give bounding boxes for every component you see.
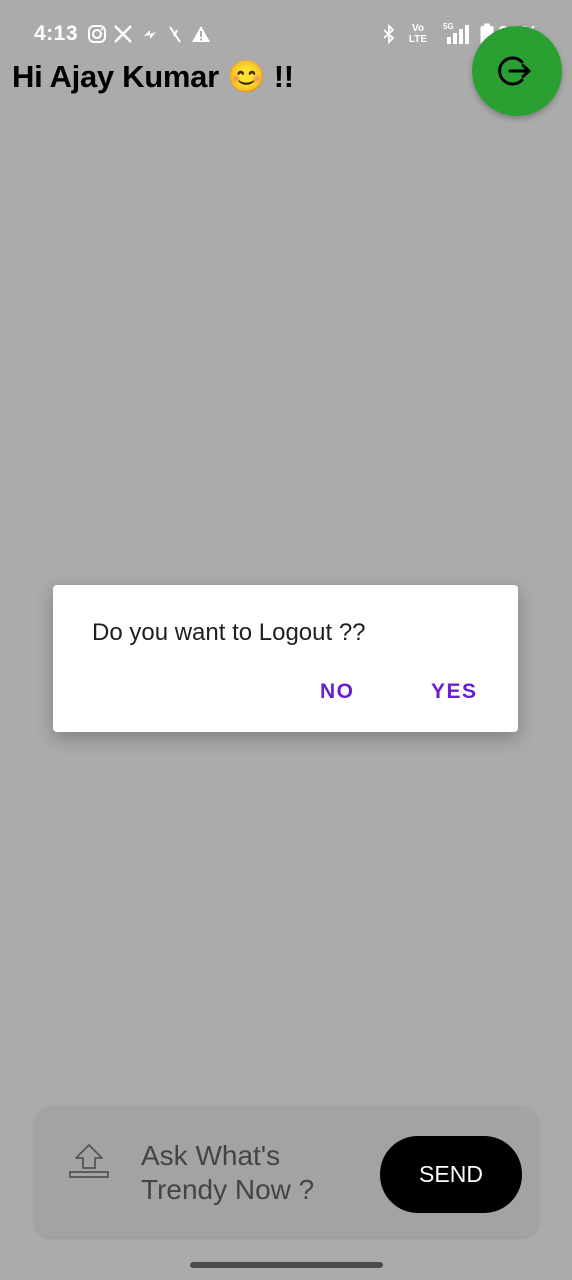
send-button[interactable]: SEND <box>380 1136 522 1213</box>
yes-button[interactable]: YES <box>431 680 478 704</box>
upload-icon[interactable] <box>67 1141 111 1181</box>
instagram-icon <box>88 25 106 43</box>
volte-label-bottom: LTE <box>408 34 428 45</box>
greeting-title: Hi Ajay Kumar 😊 !! <box>12 59 294 94</box>
notification-icon <box>169 26 181 43</box>
status-time: 4:13 <box>34 22 79 45</box>
notification-icon <box>144 30 156 39</box>
logout-button[interactable] <box>472 26 562 116</box>
dialog-message: Do you want to Logout ?? <box>92 619 366 646</box>
home-indicator[interactable] <box>190 1262 383 1268</box>
signal-5g-icon: 5G <box>443 22 473 46</box>
logout-dialog: Do you want to Logout ?? NO YES <box>53 585 518 732</box>
volte-icon: Vo LTE <box>407 23 429 45</box>
bluetooth-icon <box>383 23 395 45</box>
prompt-composer: Ask What's Trendy Now ? SEND <box>35 1107 538 1237</box>
warning-icon <box>192 26 210 42</box>
no-button[interactable]: NO <box>320 680 355 704</box>
network-label: 5G <box>443 22 454 31</box>
volte-label-top: Vo <box>411 23 425 34</box>
x-icon <box>114 25 132 43</box>
prompt-input[interactable]: Ask What's Trendy Now ? <box>141 1139 341 1207</box>
logout-icon <box>498 56 531 86</box>
